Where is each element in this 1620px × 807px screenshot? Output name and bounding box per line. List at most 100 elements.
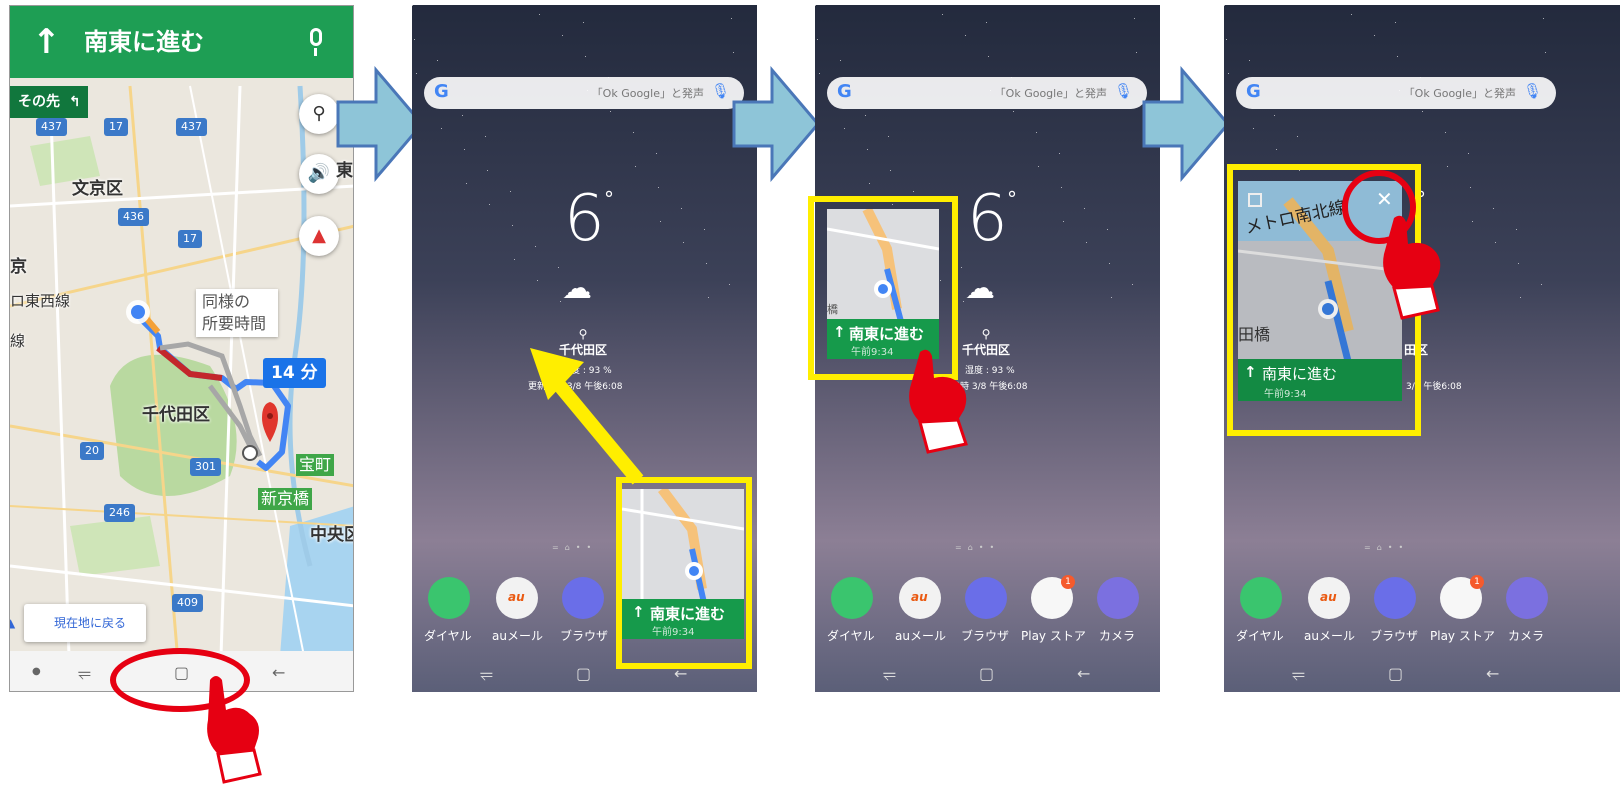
camera-app-icon[interactable]: [1097, 577, 1139, 619]
page-indicator: =⌂••: [552, 543, 598, 552]
highway-marker: 17: [104, 118, 128, 136]
back-icon[interactable]: ←: [1486, 664, 1499, 683]
star-decoration: [464, 149, 465, 150]
step-arrow-icon: [732, 66, 820, 182]
star-decoration: [583, 22, 584, 23]
microphone-icon[interactable]: [306, 28, 326, 58]
star-decoration: [1374, 35, 1375, 36]
star-decoration: [437, 60, 438, 61]
google-search-bar[interactable]: G 「Ok Google」と発声 🎙: [827, 77, 1147, 109]
star-decoration: [1516, 229, 1517, 230]
map-label-chuo: 中央区: [310, 525, 353, 545]
browser-app-icon[interactable]: [1374, 577, 1416, 619]
phone-app-icon[interactable]: [428, 577, 470, 619]
google-logo-icon: G: [434, 81, 449, 102]
google-search-bar[interactable]: G 「Ok Google」と発声 🎙: [1236, 77, 1556, 109]
highway-marker: 437: [176, 118, 207, 136]
recenter-button[interactable]: ▲ 現在地に戻る: [10, 604, 146, 642]
recent-apps-icon[interactable]: ⥫: [78, 663, 91, 683]
google-logo-icon: G: [837, 81, 852, 102]
tap-hand-icon: [207, 676, 262, 784]
play-store-app-icon[interactable]: 1: [1031, 575, 1075, 619]
star-decoration: [1109, 263, 1110, 264]
star-decoration: [733, 52, 734, 53]
star-decoration: [1253, 128, 1254, 129]
star-decoration: [1472, 221, 1473, 222]
star-decoration: [729, 284, 730, 285]
back-icon[interactable]: ←: [1077, 664, 1090, 683]
microphone-icon[interactable]: 🎙: [1114, 82, 1133, 100]
app-label: Play ストア: [1021, 629, 1086, 643]
map-label-bunkyo: 文京区: [72, 179, 123, 199]
phone-app-icon[interactable]: [1240, 577, 1282, 619]
star-decoration: [1468, 153, 1469, 154]
au-mail-app-icon[interactable]: au: [899, 577, 941, 619]
app-label: カメラ: [1508, 629, 1545, 643]
highway-marker: 17: [178, 230, 202, 248]
star-decoration: [510, 191, 511, 192]
map-label-chiyoda: 千代田区: [142, 405, 210, 425]
highlight-frame: [616, 477, 752, 669]
star-decoration: [489, 204, 490, 205]
star-decoration: [817, 39, 818, 40]
star-decoration: [1013, 111, 1014, 112]
browser-app-icon[interactable]: [965, 577, 1007, 619]
star-decoration: [466, 183, 467, 184]
navigation-header[interactable]: ↑ 南東に進む: [10, 6, 353, 78]
microphone-icon[interactable]: 🎙: [711, 82, 730, 100]
au-mail-app-icon[interactable]: au: [496, 577, 538, 619]
similar-time-line1: 同様の: [202, 292, 251, 311]
star-decoration: [963, 301, 964, 302]
home-button-icon[interactable]: ▢: [1388, 664, 1403, 683]
star-decoration: [815, 5, 816, 6]
app-label: ダイヤル: [424, 629, 472, 643]
recent-apps-icon[interactable]: ⥫: [883, 664, 896, 684]
temperature: 6: [967, 182, 1008, 256]
star-decoration: [535, 246, 536, 247]
camera-app-icon[interactable]: [1506, 577, 1548, 619]
star-decoration: [1276, 149, 1277, 150]
star-decoration: [414, 39, 415, 40]
microphone-icon[interactable]: 🎙: [1523, 82, 1542, 100]
star-decoration: [1036, 132, 1037, 133]
home-button-icon[interactable]: ▢: [576, 664, 591, 683]
star-decoration: [1274, 115, 1275, 116]
recent-apps-icon[interactable]: ⥫: [1292, 664, 1305, 684]
play-store-app-icon[interactable]: 1: [1440, 575, 1484, 619]
highway-marker: 301: [190, 458, 221, 476]
au-mail-app-icon[interactable]: au: [1308, 577, 1350, 619]
highway-marker: 437: [36, 118, 67, 136]
tap-hand-icon: [1383, 215, 1441, 320]
star-decoration: [635, 166, 636, 167]
star-decoration: [462, 115, 463, 116]
then-turn-badge: その先 ↰: [10, 86, 88, 118]
volume-icon[interactable]: 🔊: [299, 154, 339, 194]
home-button-icon[interactable]: ▢: [979, 664, 994, 683]
star-decoration: [441, 128, 442, 129]
search-hint: 「Ok Google」と発声: [994, 87, 1107, 100]
google-search-bar[interactable]: G 「Ok Google」と発声 🎙: [424, 77, 744, 109]
search-icon[interactable]: ⚲: [299, 94, 339, 134]
search-hint: 「Ok Google」と発声: [591, 87, 704, 100]
star-decoration: [1136, 52, 1137, 53]
star-decoration: [1132, 284, 1133, 285]
recent-apps-icon[interactable]: ⥫: [480, 664, 493, 684]
phone-app-icon[interactable]: [831, 577, 873, 619]
star-decoration: [844, 128, 845, 129]
star-decoration: [658, 187, 659, 188]
navigation-instruction: 南東に進む: [84, 28, 204, 56]
notification-badge: 1: [1061, 575, 1075, 589]
star-decoration: [1226, 39, 1227, 40]
compass-icon[interactable]: ▲: [299, 216, 339, 256]
drag-direction-arrow-icon: [530, 348, 644, 485]
star-decoration: [988, 56, 989, 57]
app-label: auメール: [492, 629, 543, 643]
star-decoration: [1447, 166, 1448, 167]
highway-marker: 409: [172, 594, 203, 612]
then-label: その先: [18, 94, 60, 110]
map-label-tozai-line: ロ東西線: [10, 292, 71, 310]
star-decoration: [1518, 263, 1519, 264]
browser-app-icon[interactable]: [562, 577, 604, 619]
app-label: Play ストア: [1430, 629, 1495, 643]
star-decoration: [1224, 5, 1225, 6]
